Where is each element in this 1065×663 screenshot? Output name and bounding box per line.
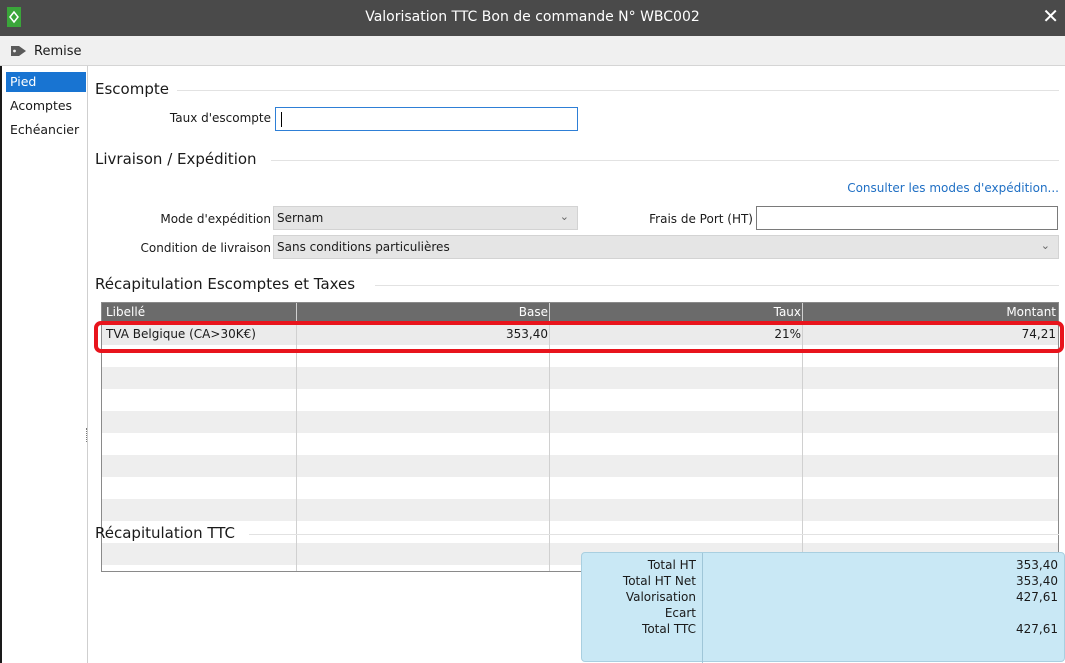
total-ttc-value: 427,61 bbox=[1016, 622, 1058, 636]
column-divider bbox=[549, 303, 550, 571]
chevron-down-icon: ⌄ bbox=[559, 210, 569, 223]
recap-divider bbox=[702, 553, 703, 663]
table-row-empty bbox=[102, 477, 1058, 499]
section-divider bbox=[249, 534, 1059, 535]
table-row-empty bbox=[102, 389, 1058, 411]
cell-taux: 21% bbox=[774, 327, 801, 341]
remise-label: Remise bbox=[34, 43, 82, 59]
frais-port-input[interactable] bbox=[756, 206, 1058, 230]
window-title: Valorisation TTC Bon de commande N° WBC0… bbox=[365, 9, 700, 25]
consulter-modes-link[interactable]: Consulter les modes d'expédition... bbox=[847, 181, 1059, 195]
sidebar-item-echeancier[interactable]: Echéancier bbox=[6, 120, 86, 140]
mode-expedition-select[interactable]: Sernam ⌄ bbox=[273, 206, 578, 230]
section-divider bbox=[177, 90, 1059, 91]
table-row-empty bbox=[102, 455, 1058, 477]
section-title-escompte: Escompte bbox=[95, 80, 169, 98]
column-header-montant[interactable]: Montant bbox=[1006, 305, 1056, 319]
table-row-empty bbox=[102, 367, 1058, 389]
column-header-libelle[interactable]: Libellé bbox=[106, 305, 145, 319]
section-title-recap-ttc: Récapitulation TTC bbox=[95, 524, 236, 542]
chevron-down-icon: ⌄ bbox=[1040, 239, 1050, 252]
cell-montant: 74,21 bbox=[1021, 327, 1056, 341]
table-row-empty bbox=[102, 411, 1058, 433]
condition-livraison-value: Sans conditions particulières bbox=[277, 240, 450, 254]
table-row-empty bbox=[102, 499, 1058, 521]
mode-expedition-value: Sernam bbox=[277, 211, 324, 225]
valorisation-value: 427,61 bbox=[1016, 590, 1058, 604]
total-ttc-label: Total TTC bbox=[642, 622, 696, 636]
window-titlebar: Valorisation TTC Bon de commande N° WBC0… bbox=[0, 0, 1065, 36]
cell-libelle: TVA Belgique (CA>30K€) bbox=[106, 327, 256, 341]
remise-button[interactable]: Remise bbox=[10, 42, 82, 60]
main-content: Escompte Taux d'escompte Livraison / Exp… bbox=[89, 66, 1065, 663]
table-row-empty bbox=[102, 521, 1058, 543]
cell-base: 353,40 bbox=[506, 327, 548, 341]
toolbar: Remise bbox=[0, 36, 1065, 66]
tag-icon bbox=[11, 46, 26, 56]
section-divider bbox=[375, 285, 1059, 286]
column-header-base[interactable]: Base bbox=[519, 305, 548, 319]
sidebar-item-acomptes[interactable]: Acomptes bbox=[6, 96, 86, 116]
frais-port-label: Frais de Port (HT) bbox=[649, 212, 753, 226]
sidebar: Pied Acomptes Echéancier bbox=[2, 66, 88, 663]
table-row-empty bbox=[102, 433, 1058, 455]
sidebar-item-pied[interactable]: Pied bbox=[6, 72, 86, 92]
mode-expedition-label: Mode d'expédition bbox=[160, 212, 271, 226]
taxes-table: Libellé Base Taux Montant TVA Belgique (… bbox=[101, 302, 1059, 572]
column-divider bbox=[296, 303, 297, 571]
ecart-label: Ecart bbox=[664, 606, 696, 620]
recap-ttc-panel: Total HT 353,40 Total HT Net 353,40 Valo… bbox=[581, 552, 1065, 663]
total-ht-value: 353,40 bbox=[1016, 558, 1058, 572]
taux-escompte-input[interactable] bbox=[275, 107, 578, 131]
section-title-recap-taxes: Récapitulation Escomptes et Taxes bbox=[95, 275, 356, 293]
close-icon[interactable]: ✕ bbox=[1042, 4, 1059, 28]
total-ht-net-label: Total HT Net bbox=[622, 574, 696, 588]
section-title-livraison: Livraison / Expédition bbox=[95, 150, 257, 168]
total-ht-net-value: 353,40 bbox=[1016, 574, 1058, 588]
condition-livraison-label: Condition de livraison bbox=[140, 241, 271, 255]
text-caret bbox=[281, 112, 282, 127]
total-ht-label: Total HT bbox=[647, 558, 696, 572]
column-divider bbox=[802, 303, 803, 571]
taux-escompte-label: Taux d'escompte bbox=[169, 111, 271, 125]
table-header: Libellé Base Taux Montant bbox=[102, 303, 1058, 323]
condition-livraison-select[interactable]: Sans conditions particulières ⌄ bbox=[273, 235, 1059, 259]
valorisation-label: Valorisation bbox=[625, 590, 696, 604]
table-row[interactable]: TVA Belgique (CA>30K€) 353,40 21% 74,21 bbox=[102, 323, 1058, 345]
column-header-taux[interactable]: Taux bbox=[774, 305, 801, 319]
table-row-empty bbox=[102, 345, 1058, 367]
section-divider bbox=[271, 160, 1059, 161]
